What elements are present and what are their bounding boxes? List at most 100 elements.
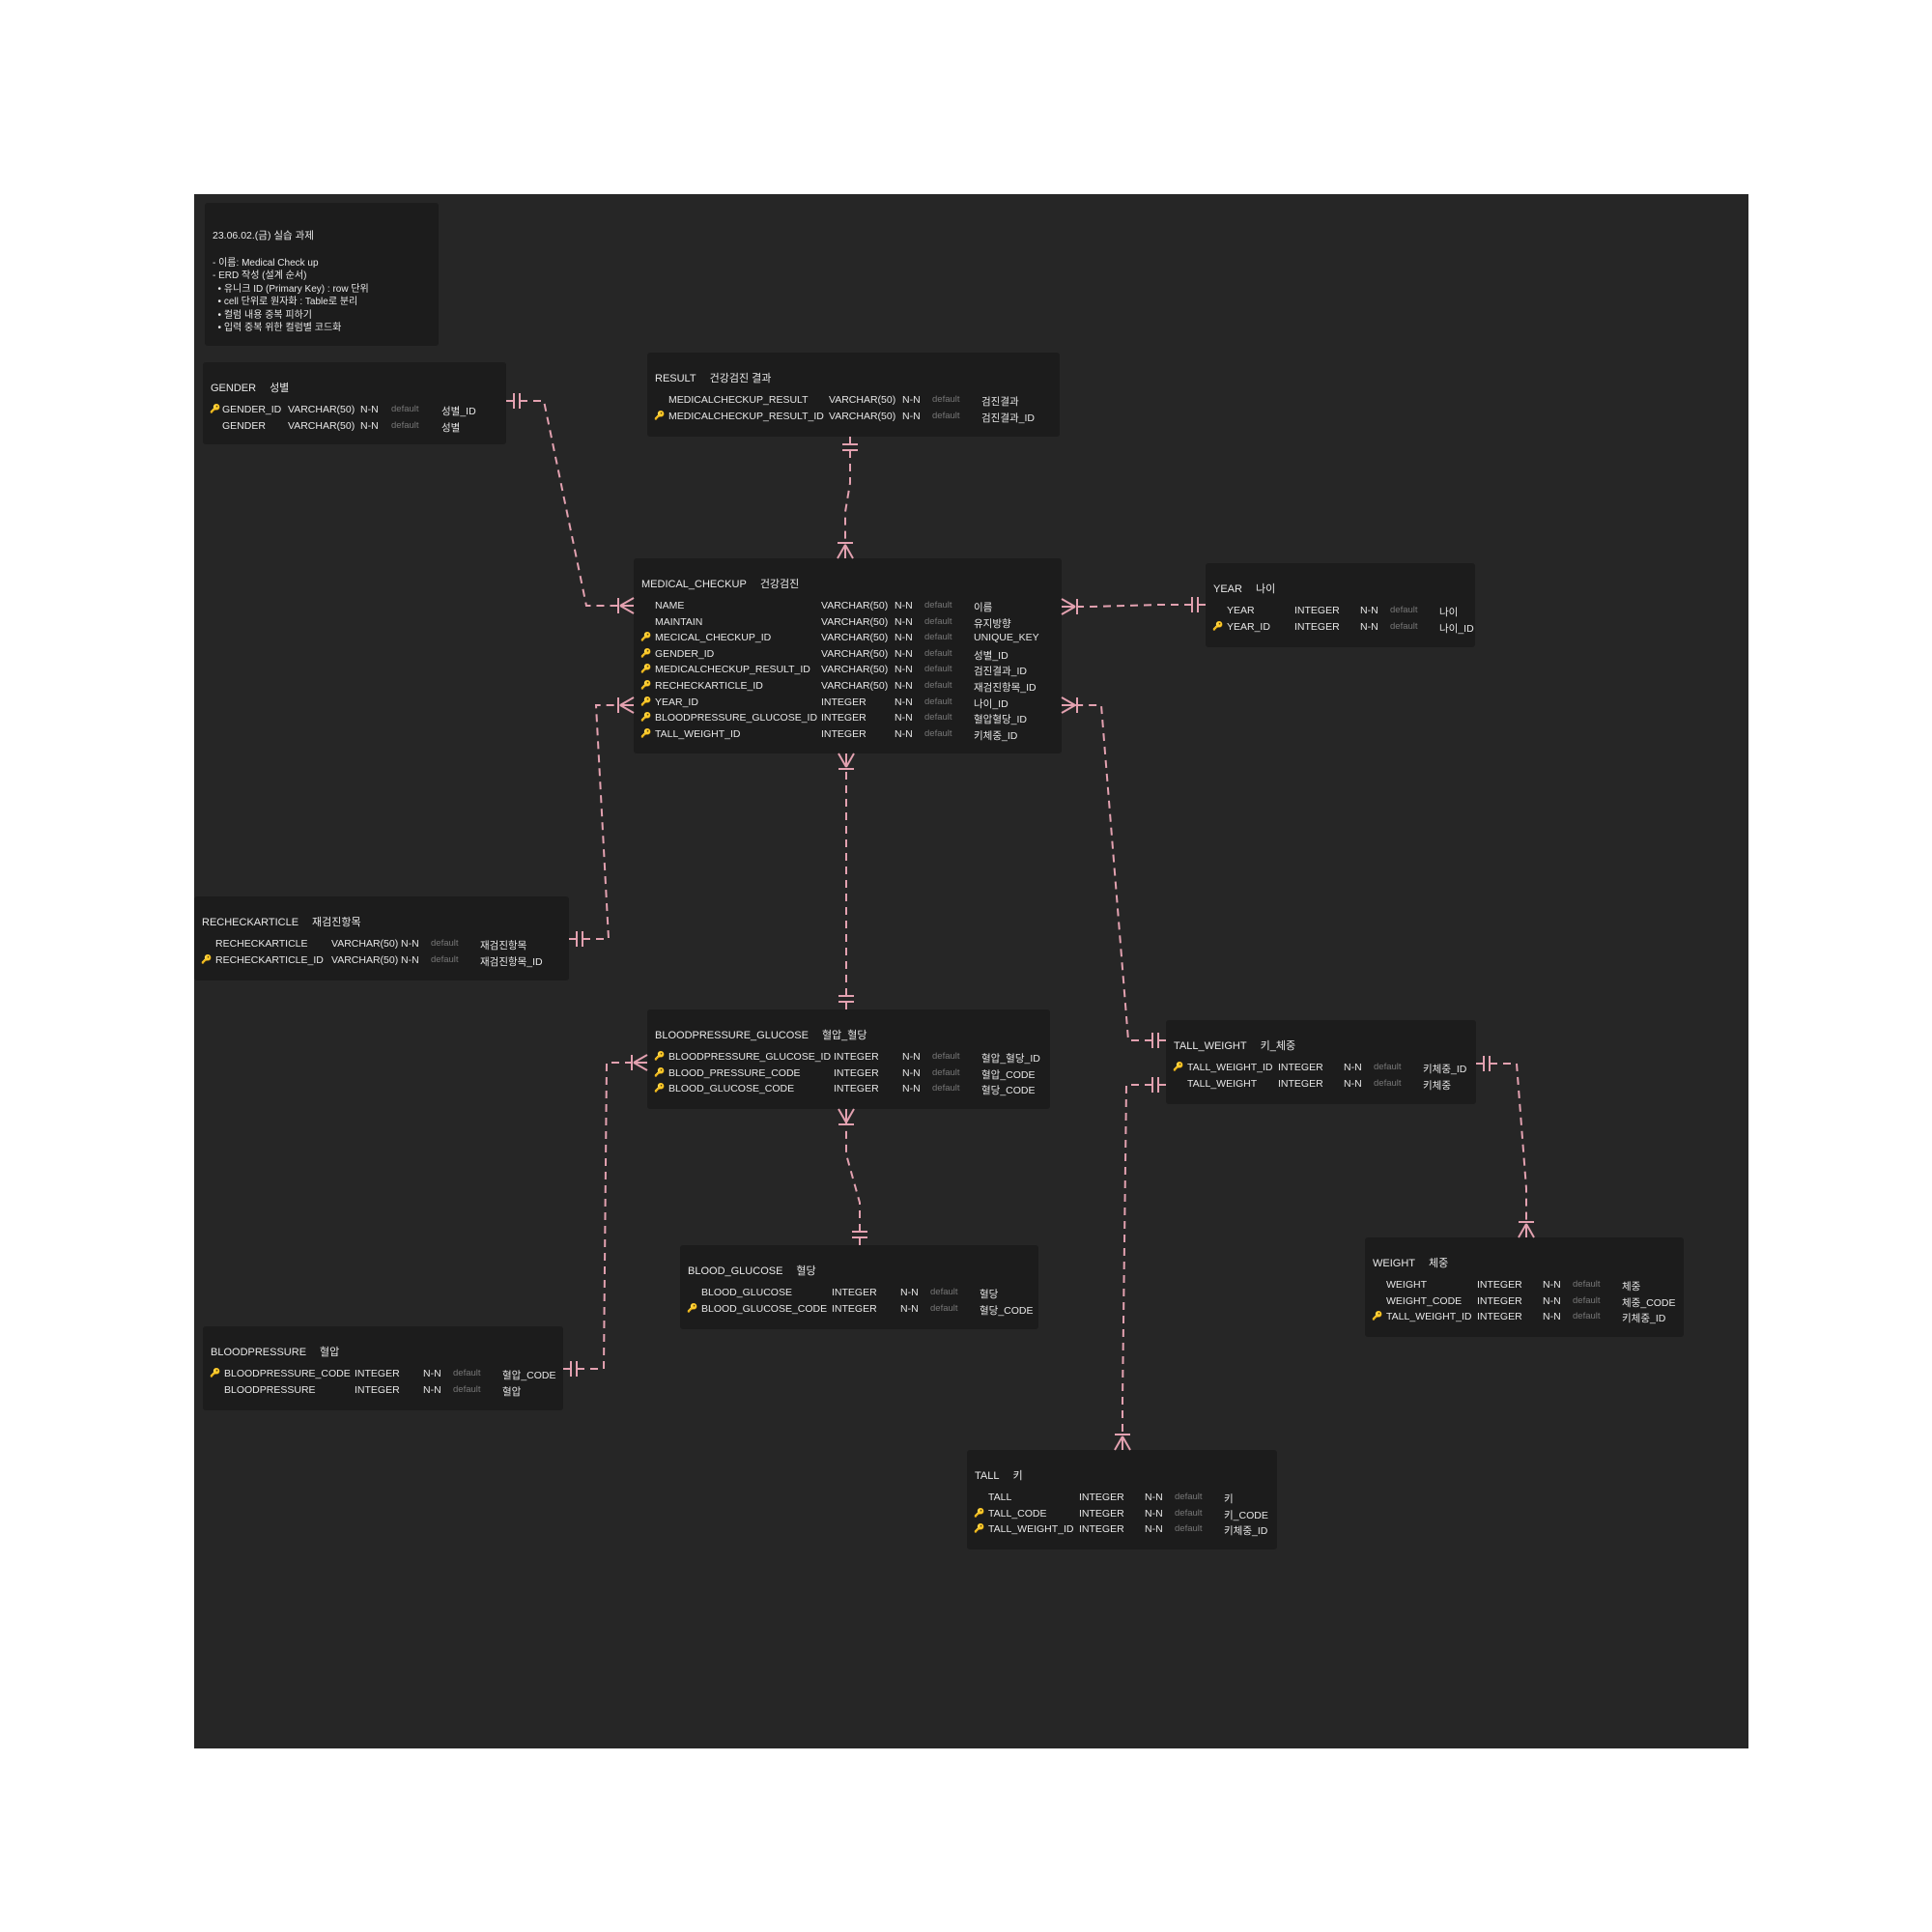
column-row[interactable]: MEDICALCHECKUP_RESULT VARCHAR(50) N-N defau…	[647, 394, 1060, 410]
column-nn: N-N	[360, 419, 379, 432]
table-name: BLOOD_GLUCOSE	[688, 1265, 783, 1277]
column-default: default	[431, 938, 459, 949]
column-name: GENDER_ID	[222, 404, 282, 415]
column-type: INTEGER	[821, 712, 867, 724]
column-default: default	[924, 712, 952, 724]
column-row[interactable]: 🔑 TALL_WEIGHT_ID INTEGER N-N default 키체중_ID	[1365, 1311, 1684, 1326]
primary-key-icon: 🔑	[687, 1302, 698, 1313]
column-row[interactable]: TALL_WEIGHT INTEGER N-N default 키체중	[1166, 1078, 1476, 1094]
column-row[interactable]: 🔑 BLOODPRESSURE_CODE INTEGER N-N default 혈압_C…	[203, 1368, 563, 1383]
table-name: MEDICAL_CHECKUP	[641, 579, 747, 590]
column-default: default	[924, 615, 952, 627]
column-row[interactable]: 🔑 MECICAL_CHECKUP_ID VARCHAR(50) N-N default…	[634, 632, 1062, 647]
column-nn: N-N	[902, 1066, 921, 1079]
column-row[interactable]: 🔑 YEAR_ID INTEGER N-N default 나이_ID	[1206, 621, 1475, 637]
column-nn: N-N	[895, 664, 913, 676]
table-bp[interactable]: BLOODPRESSURE 혈압 🔑 BLOODPRESSURE_CODE INTEGE…	[203, 1326, 563, 1410]
table-logical-name: 건강검진	[759, 579, 800, 590]
column-default: default	[431, 953, 459, 965]
column-row[interactable]: 🔑 BLOODPRESSURE_GLUCOSE_ID INTEGER N-N defau…	[647, 1051, 1050, 1066]
table-gender[interactable]: GENDER 성별 🔑 GENDER_ID VARCHAR(50) N-N default 성…	[203, 362, 506, 444]
column-comment: 성별_ID	[441, 406, 476, 417]
column-type: INTEGER	[821, 696, 867, 708]
column-row[interactable]: 🔑 BLOOD_PRESSURE_CODE INTEGER N-N default 혈압_…	[647, 1067, 1050, 1083]
table-name: YEAR	[1213, 583, 1242, 595]
table-glucose[interactable]: BLOOD_GLUCOSE 혈당 BLOOD_GLUCOSE INTEGER N-N de…	[680, 1245, 1038, 1329]
column-row[interactable]: 🔑 RECHECKARTICLE_ID VARCHAR(50) N-N default 재…	[194, 954, 569, 970]
table-title: TALL_WEIGHT 키_체중	[1174, 1037, 1295, 1053]
table-result[interactable]: RESULT 건강검진 결과 MEDICALCHECKUP_RESULT VARCHA…	[647, 353, 1060, 437]
column-row[interactable]: WEIGHT_CODE INTEGER N-N default 체중_CODE	[1365, 1295, 1684, 1311]
column-row[interactable]: GENDER VARCHAR(50) N-N default 성별	[203, 420, 506, 436]
column-comment: 유지방향	[974, 617, 1011, 630]
table-bpg[interactable]: BLOODPRESSURE_GLUCOSE 혈압_혈당 🔑 BLOODPRESSURE…	[647, 1009, 1050, 1109]
column-row[interactable]: 🔑 BLOODPRESSURE_GLUCOSE_ID INTEGER N-N defau…	[634, 712, 1062, 727]
column-nn: N-N	[1145, 1507, 1163, 1520]
table-tall[interactable]: TALL 키 TALL INTEGER N-N default 키 🔑 TALL_CODE INT…	[967, 1450, 1277, 1549]
table-recheck[interactable]: RECHECKARTICLE 재검진항목 RECHECKARTICLE VARCHAR…	[194, 896, 569, 980]
column-type: INTEGER	[834, 1051, 879, 1063]
column-name: NAME	[655, 600, 685, 611]
column-row[interactable]: YEAR INTEGER N-N default 나이	[1206, 605, 1475, 620]
foreign-key-icon: 🔑	[1372, 1311, 1383, 1321]
memo-line: - ERD 작성 (설계 순서)	[213, 270, 307, 281]
table-tallweight[interactable]: TALL_WEIGHT 키_체중 🔑 TALL_WEIGHT_ID INTEGER N-N…	[1166, 1020, 1476, 1104]
column-row[interactable]: MAINTAIN VARCHAR(50) N-N default 유지방향	[634, 616, 1062, 632]
column-default: default	[924, 664, 952, 675]
column-default: default	[924, 600, 952, 611]
column-type: INTEGER	[834, 1066, 879, 1079]
column-row[interactable]: 🔑 TALL_CODE INTEGER N-N default 키_CODE	[967, 1508, 1277, 1523]
table-title: GENDER 성별	[211, 380, 289, 395]
column-row[interactable]: 🔑 MEDICALCHECKUP_RESULT_ID VARCHAR(50) N-N d…	[634, 664, 1062, 679]
column-row[interactable]: TALL INTEGER N-N default 키	[967, 1492, 1277, 1507]
column-row[interactable]: 🔑 GENDER_ID VARCHAR(50) N-N default 성별_ID	[203, 404, 506, 419]
column-comment: 키_CODE	[1224, 1509, 1268, 1521]
column-type: INTEGER	[355, 1368, 400, 1379]
column-row[interactable]: BLOOD_GLUCOSE INTEGER N-N default 혈당	[680, 1287, 1038, 1302]
column-type: VARCHAR(50)	[821, 600, 889, 611]
column-name: GENDER	[222, 419, 266, 432]
column-row[interactable]: WEIGHT INTEGER N-N default 체중	[1365, 1279, 1684, 1294]
column-name: BLOODPRESSURE_GLUCOSE_ID	[668, 1051, 832, 1063]
column-type: INTEGER	[821, 727, 867, 740]
column-type: INTEGER	[1079, 1523, 1124, 1536]
column-type: INTEGER	[1278, 1077, 1323, 1090]
column-row[interactable]: 🔑 GENDER_ID VARCHAR(50) N-N default 성별_ID	[634, 648, 1062, 664]
column-nn: N-N	[900, 1302, 919, 1315]
column-nn: N-N	[902, 410, 921, 422]
table-logical-name: 성별	[270, 383, 290, 394]
column-row[interactable]: 🔑 TALL_WEIGHT_ID INTEGER N-N default 키체중_ID	[967, 1523, 1277, 1539]
column-row[interactable]: 🔑 BLOOD_GLUCOSE_CODE INTEGER N-N default 혈당_C…	[680, 1303, 1038, 1319]
column-type: INTEGER	[1278, 1062, 1323, 1073]
column-comment: 체중	[1622, 1281, 1641, 1293]
column-default: default	[391, 404, 419, 414]
column-row[interactable]: 🔑 BLOOD_GLUCOSE_CODE INTEGER N-N default 혈당_C…	[647, 1083, 1050, 1098]
column-comment: 재검진항목_ID	[480, 955, 543, 968]
memo-note[interactable]: 23.06.02.(금) 실습 과제 - 이름: Medical Check u…	[205, 203, 439, 346]
column-comment: 검진결과_ID	[974, 666, 1027, 678]
column-row[interactable]: 🔑 RECHECKARTICLE_ID VARCHAR(50) N-N default 재…	[634, 680, 1062, 696]
column-default: default	[1573, 1294, 1601, 1306]
column-row[interactable]: 🔑 TALL_WEIGHT_ID INTEGER N-N default 키체중_ID	[634, 728, 1062, 744]
table-logical-name: 나이	[1255, 583, 1276, 595]
column-default: default	[924, 632, 952, 643]
column-row[interactable]: BLOODPRESSURE INTEGER N-N default 혈압	[203, 1384, 563, 1400]
column-default: default	[932, 410, 960, 421]
table-logical-name: 혈당	[796, 1265, 816, 1277]
column-row[interactable]: 🔑 TALL_WEIGHT_ID INTEGER N-N default 키체중_ID	[1166, 1062, 1476, 1077]
column-row[interactable]: RECHECKARTICLE VARCHAR(50) N-N default 재검진항목	[194, 938, 569, 953]
table-medical[interactable]: MEDICAL_CHECKUP 건강검진 NAME VARCHAR(50) N-N def…	[634, 558, 1062, 753]
table-name: WEIGHT	[1373, 1258, 1415, 1269]
table-year[interactable]: YEAR 나이 YEAR INTEGER N-N default 나이 🔑 YEAR_ID INT…	[1206, 563, 1475, 647]
column-row[interactable]: NAME VARCHAR(50) N-N default 이름	[634, 600, 1062, 615]
column-name: MEDICALCHECKUP_RESULT_ID	[668, 410, 824, 422]
column-row[interactable]: 🔑 YEAR_ID INTEGER N-N default 나이_ID	[634, 696, 1062, 712]
column-comment: 키체중_ID	[974, 729, 1018, 742]
column-type: VARCHAR(50)	[829, 410, 896, 422]
table-logical-name: 체중	[1429, 1258, 1449, 1269]
column-row[interactable]: 🔑 MEDICALCHECKUP_RESULT_ID VARCHAR(50) N-N d…	[647, 411, 1060, 426]
table-title: MEDICAL_CHECKUP 건강검진	[641, 576, 799, 591]
table-weight[interactable]: WEIGHT 체중 WEIGHT INTEGER N-N default 체중 WEIGHT_…	[1365, 1237, 1684, 1337]
column-nn: N-N	[895, 712, 913, 724]
column-name: BLOODPRESSURE_CODE	[224, 1368, 351, 1379]
